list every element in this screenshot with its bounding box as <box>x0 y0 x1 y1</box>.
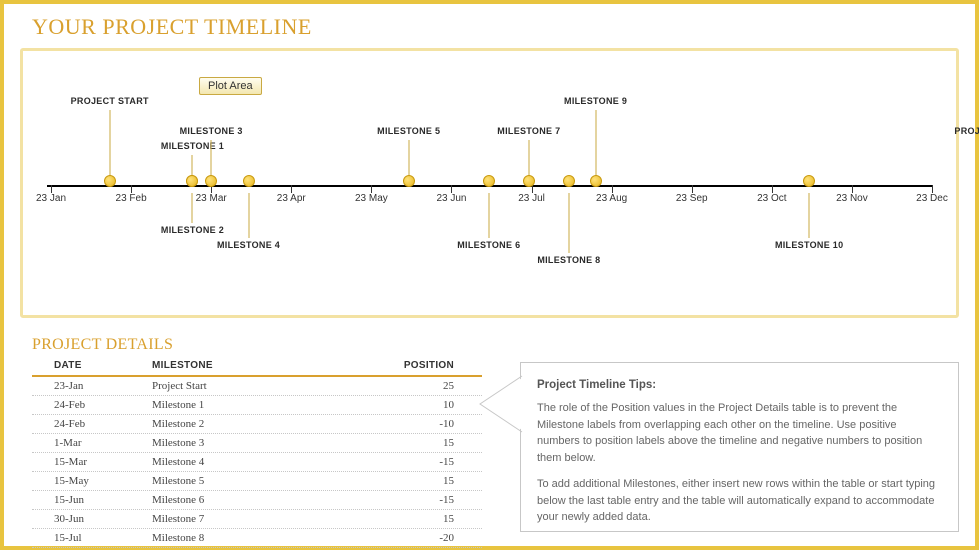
cell-milestone: Milestone 3 <box>152 437 332 449</box>
table-row: 15-MayMilestone 515 <box>32 472 482 491</box>
col-position: POSITION <box>332 360 482 371</box>
milestone-label: MILESTONE 1 <box>161 141 224 151</box>
table-row: 30-JunMilestone 715 <box>32 510 482 529</box>
table-row: 15-MarMilestone 4-15 <box>32 453 482 472</box>
axis-tick-label: 23 May <box>355 193 388 204</box>
cell-position: 15 <box>332 475 482 487</box>
callout-tail-icon <box>480 376 522 436</box>
cell-position: -20 <box>332 532 482 544</box>
tips-p1: The role of the Position values in the P… <box>537 400 942 466</box>
axis-tick-label: 23 Feb <box>116 193 147 204</box>
milestone-dot <box>483 175 495 187</box>
details-heading: PROJECT DETAILS <box>4 318 975 358</box>
cell-milestone: Milestone 5 <box>152 475 332 487</box>
cell-position: 15 <box>332 513 482 525</box>
timeline-chart: 23 Jan 23 Feb 23 Mar 23 Apr 23 May 23 Jun 23 J… <box>23 51 956 315</box>
milestone-dot <box>243 175 255 187</box>
tips-p2: To add additional Milestones, either ins… <box>537 476 942 526</box>
details-table: DATE MILESTONE POSITION 23-JanProject St… <box>32 358 482 548</box>
milestone-dot <box>563 175 575 187</box>
milestone-dot <box>186 175 198 187</box>
milestone-dot <box>104 175 116 187</box>
milestone-label: MILESTONE 4 <box>217 240 280 250</box>
axis-tick-label: 23 Jan <box>36 193 66 204</box>
cell-date: 15-Mar <box>32 456 152 468</box>
milestone-label: MILESTONE 10 <box>775 240 843 250</box>
milestone-label: MILESTONE 7 <box>497 126 560 136</box>
milestone-label: MILESTONE 9 <box>564 96 627 106</box>
milestone-label: MILESTONE 8 <box>537 255 600 265</box>
milestone-dot <box>205 175 217 187</box>
milestone-dot <box>590 175 602 187</box>
axis-tick-label: 23 Jul <box>518 193 545 204</box>
cell-date: 23-Jan <box>32 380 152 392</box>
cell-position: 10 <box>332 399 482 411</box>
col-milestone: MILESTONE <box>152 360 332 371</box>
cell-date: 24-Feb <box>32 399 152 411</box>
cell-date: 15-May <box>32 475 152 487</box>
axis-tick-label: 23 Aug <box>596 193 627 204</box>
table-row: 15-JulMilestone 8-20 <box>32 529 482 548</box>
table-row: 24-FebMilestone 2-10 <box>32 415 482 434</box>
cell-milestone: Project Start <box>152 380 332 392</box>
cell-milestone: Milestone 6 <box>152 494 332 506</box>
milestone-dot <box>523 175 535 187</box>
axis-tick-label: 23 Sep <box>676 193 708 204</box>
cell-position: -10 <box>332 418 482 430</box>
table-row: 24-FebMilestone 110 <box>32 396 482 415</box>
page-title: YOUR PROJECT TIMELINE <box>4 4 975 46</box>
cell-milestone: Milestone 7 <box>152 513 332 525</box>
axis-tick-label: 23 Oct <box>757 193 786 204</box>
tips-heading: Project Timeline Tips: <box>537 377 942 394</box>
milestone-label: MILESTONE 2 <box>161 225 224 235</box>
axis-tick-label: 23 Dec <box>916 193 948 204</box>
cell-position: -15 <box>332 456 482 468</box>
milestone-label: MILESTONE 3 <box>180 126 243 136</box>
cell-position: -15 <box>332 494 482 506</box>
milestone-dot <box>403 175 415 187</box>
cell-date: 15-Jul <box>32 532 152 544</box>
tips-callout: Project Timeline Tips: The role of the P… <box>520 362 959 548</box>
cell-milestone: Milestone 2 <box>152 418 332 430</box>
axis-tick-label: 23 Jun <box>436 193 466 204</box>
timeline-panel: Plot Area 23 Jan23 Feb23 Mar23 Apr23 May… <box>20 48 959 318</box>
milestone-dot <box>803 175 815 187</box>
table-row: 15-JunMilestone 6-15 <box>32 491 482 510</box>
cell-milestone: Milestone 8 <box>152 532 332 544</box>
cell-date: 24-Feb <box>32 418 152 430</box>
axis-tick-label: 23 Nov <box>836 193 868 204</box>
milestone-label: PROJECT END <box>954 126 979 136</box>
table-row: 1-MarMilestone 315 <box>32 434 482 453</box>
milestone-label: PROJECT START <box>71 96 149 106</box>
cell-date: 15-Jun <box>32 494 152 506</box>
table-row: 23-JanProject Start25 <box>32 377 482 396</box>
cell-position: 25 <box>332 380 482 392</box>
cell-date: 30-Jun <box>32 513 152 525</box>
cell-milestone: Milestone 4 <box>152 456 332 468</box>
table-header: DATE MILESTONE POSITION <box>32 358 482 377</box>
col-date: DATE <box>32 360 152 371</box>
cell-position: 15 <box>332 437 482 449</box>
milestone-label: MILESTONE 5 <box>377 126 440 136</box>
axis-tick-label: 23 Mar <box>196 193 227 204</box>
cell-date: 1-Mar <box>32 437 152 449</box>
cell-milestone: Milestone 1 <box>152 399 332 411</box>
milestone-label: MILESTONE 6 <box>457 240 520 250</box>
axis-tick-label: 23 Apr <box>277 193 306 204</box>
